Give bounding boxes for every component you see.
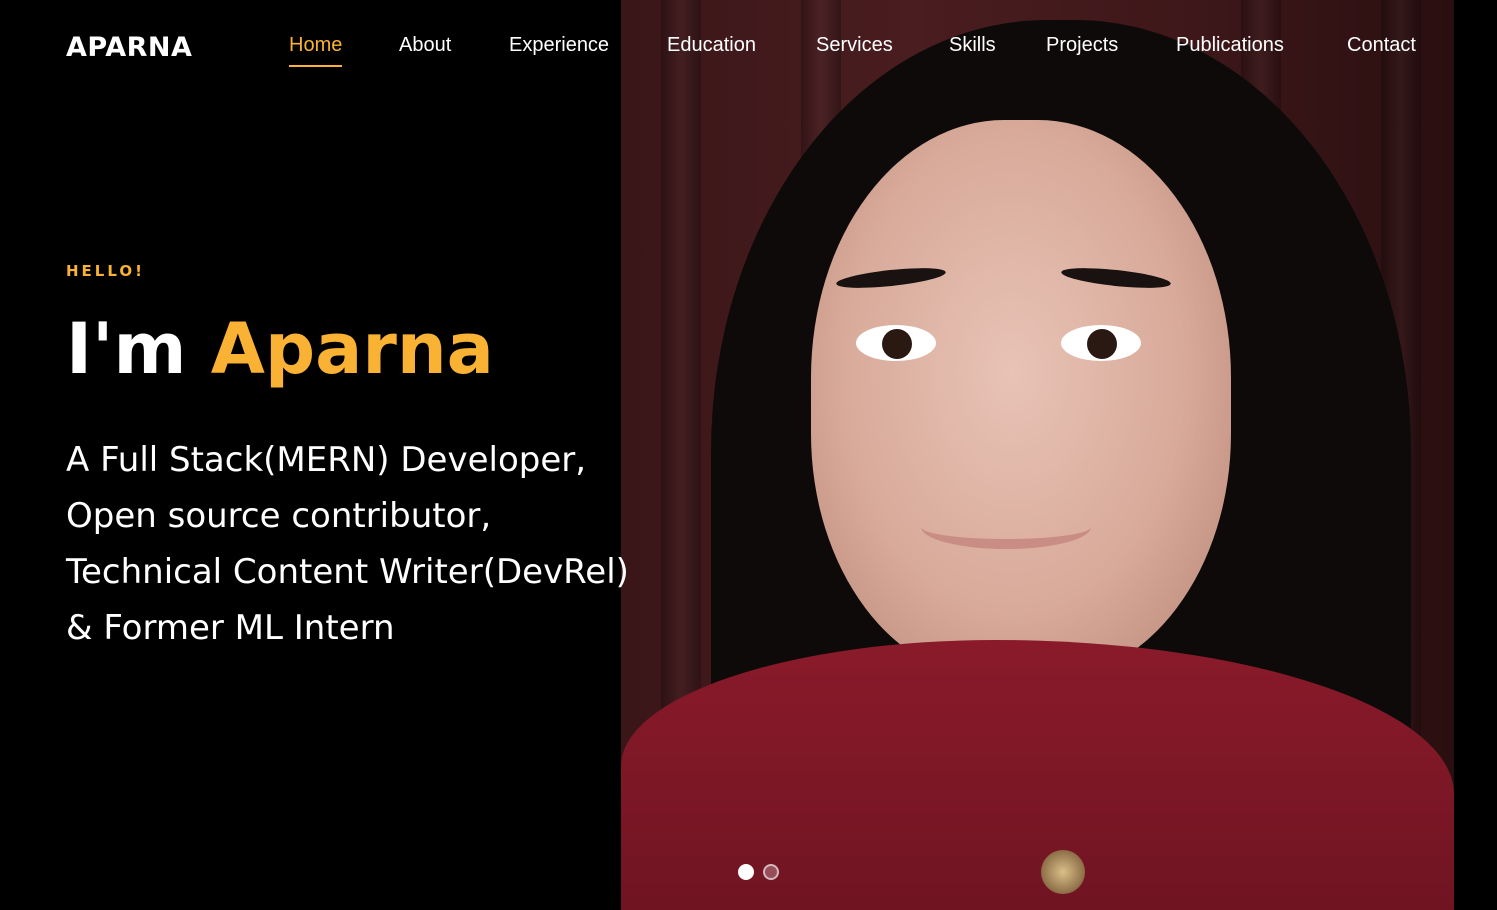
nav-projects[interactable]: Projects <box>1046 34 1118 65</box>
tagline-line: A Full Stack(MERN) Developer, <box>66 440 587 480</box>
slider-dot-2[interactable] <box>763 864 779 880</box>
hero-tagline: A Full Stack(MERN) Developer, Open sourc… <box>66 432 726 656</box>
profile-photo <box>621 0 1454 910</box>
slider-dot-1[interactable] <box>738 864 754 880</box>
slider-dots <box>738 864 779 880</box>
nav-education[interactable]: Education <box>667 34 756 65</box>
page: APARNA Home About Experience Education S… <box>0 0 1497 910</box>
tagline-line: Open source contributor, <box>66 496 492 536</box>
hero-headline: I'm Aparna <box>66 308 494 390</box>
nav-services[interactable]: Services <box>816 34 893 65</box>
tagline-line: Technical Content Writer(DevRel) <box>66 552 629 592</box>
nav-publications[interactable]: Publications <box>1176 34 1284 65</box>
hero-prefix: I'm <box>66 308 187 390</box>
nav-experience[interactable]: Experience <box>509 34 609 65</box>
tagline-line: & Former ML Intern <box>66 608 395 648</box>
nav-about[interactable]: About <box>399 34 451 65</box>
nav-contact[interactable]: Contact <box>1347 34 1416 65</box>
main-nav: Home About Experience Education Services… <box>0 34 1497 74</box>
nav-skills[interactable]: Skills <box>949 34 996 65</box>
hero-name: Aparna <box>210 308 494 390</box>
nav-home[interactable]: Home <box>289 34 343 67</box>
hero-greeting: HELLO! <box>66 262 145 280</box>
